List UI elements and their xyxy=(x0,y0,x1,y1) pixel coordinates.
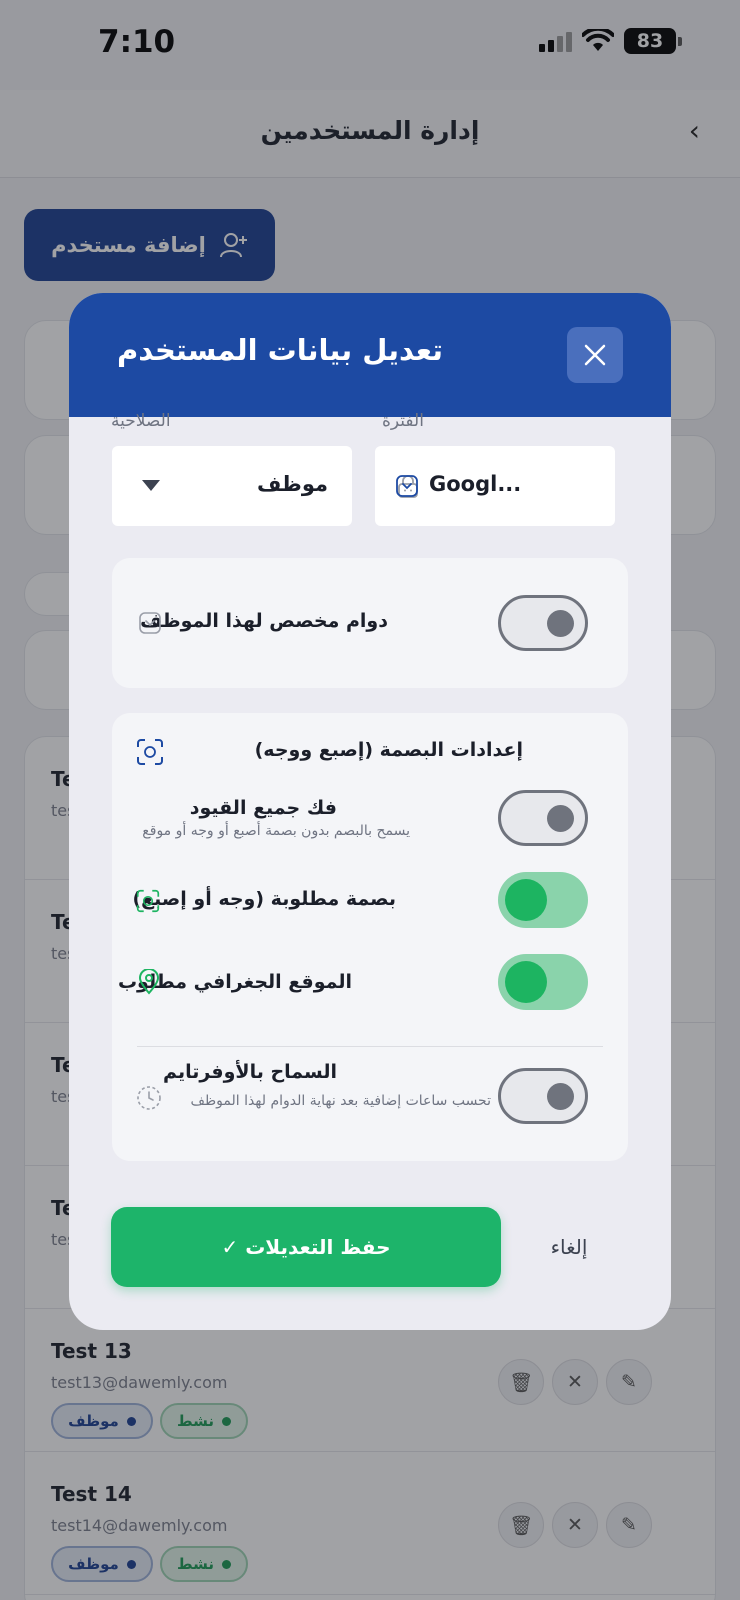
face-id-icon xyxy=(137,739,163,765)
save-changes-button[interactable]: ✓ حفظ التعديلات xyxy=(111,1207,501,1287)
clock-badge-icon xyxy=(139,612,161,634)
modal-header: تعديل بيانات المستخدم xyxy=(69,293,671,417)
clock-dashed-icon xyxy=(137,1086,161,1110)
custom-shift-toggle[interactable] xyxy=(498,595,588,651)
fingerprint-icon xyxy=(136,889,160,913)
dropdown-arrow-icon xyxy=(142,480,160,491)
unlock-all-label: فك جميع القيود xyxy=(189,797,337,819)
close-icon xyxy=(584,344,606,366)
fingerprint-required-label: بصمة مطلوبة (وجه أو إصبع) xyxy=(132,888,397,910)
location-pin-icon xyxy=(138,969,160,995)
custom-shift-panel: دوام مخصص لهذا الموظف xyxy=(112,558,628,688)
overtime-toggle[interactable] xyxy=(498,1068,588,1124)
cancel-button[interactable]: إلغاء xyxy=(519,1227,619,1267)
overtime-label: السماح بالأوفرتايم xyxy=(163,1061,337,1083)
period-value: Googl... xyxy=(429,472,522,496)
period-label: الفترة xyxy=(382,411,424,431)
fingerprint-required-toggle[interactable] xyxy=(498,872,588,928)
role-select[interactable]: موظف xyxy=(112,446,352,526)
modal-title: تعديل بيانات المستخدم xyxy=(117,333,444,367)
role-label: الصلاحية xyxy=(111,411,171,431)
overtime-description: تحسب ساعات إضافية بعد نهاية الدوام لهذا … xyxy=(190,1093,492,1109)
biometric-settings-panel: إعدادات البصمة (إصبع ووجه) فك جميع القيو… xyxy=(112,713,628,1161)
close-button[interactable] xyxy=(567,327,623,383)
custom-shift-label: دوام مخصص لهذا الموظف xyxy=(140,610,388,632)
location-required-toggle[interactable] xyxy=(498,954,588,1010)
section-divider xyxy=(137,1046,603,1047)
role-value: موظف xyxy=(257,472,328,496)
edit-user-modal: تعديل بيانات المستخدم الصلاحية الفترة مو… xyxy=(69,293,671,1330)
biometric-section-title: إعدادات البصمة (إصبع ووجه) xyxy=(254,739,523,761)
unlock-all-description: يسمح بالبصم بدون بصمة أصبع أو وجه أو موق… xyxy=(142,823,410,839)
unlock-all-toggle[interactable] xyxy=(498,790,588,846)
clock-icon xyxy=(396,475,418,497)
